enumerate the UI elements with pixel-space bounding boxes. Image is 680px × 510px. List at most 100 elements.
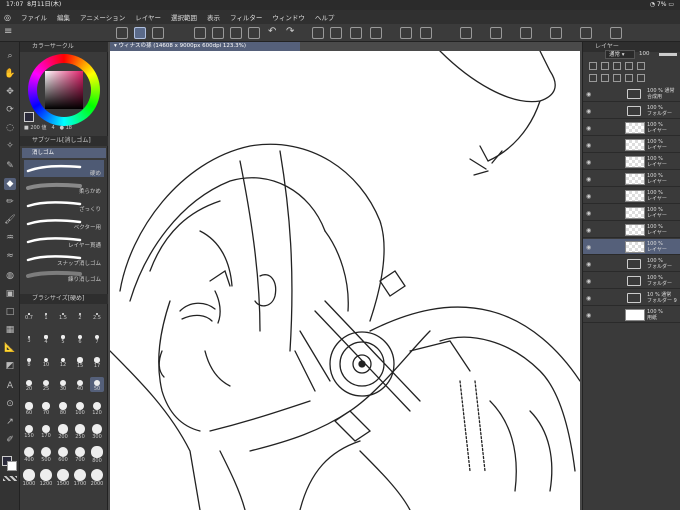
brush-size-option[interactable]: 50 <box>90 377 104 393</box>
ruler-tool-icon[interactable]: 📐 <box>4 342 16 354</box>
transparent-color-swatch[interactable] <box>3 476 17 481</box>
layer-row[interactable]: ◉ 100 % レイヤー <box>583 205 680 221</box>
brush-size-option[interactable]: 10 <box>39 354 53 368</box>
brush-size-option[interactable]: 170 <box>39 423 53 439</box>
eye-icon[interactable]: ◉ <box>586 295 591 302</box>
brush-size-option[interactable]: 7 <box>90 331 104 345</box>
new-file-icon[interactable] <box>194 27 206 39</box>
brush-size-option[interactable]: 1500 <box>56 469 70 487</box>
subtool-soft[interactable]: 柔らかめ <box>24 178 104 195</box>
layer-row[interactable]: ◉ 100 % レイヤー <box>583 171 680 187</box>
layer-row[interactable]: ◉ 100 % レイヤー <box>583 188 680 204</box>
edit-icon[interactable] <box>490 27 502 39</box>
brush-size-option[interactable]: 300 <box>90 423 104 440</box>
eye-icon[interactable]: ◉ <box>586 193 591 200</box>
draft-icon[interactable] <box>625 62 633 70</box>
brush-icon[interactable]: 🖌 <box>4 214 16 226</box>
settings-icon[interactable] <box>460 27 472 39</box>
brush-size-option[interactable]: 1 <box>39 308 53 321</box>
brush-size-option[interactable]: 700 <box>73 446 87 463</box>
brush-size-option[interactable]: 30 <box>56 377 70 392</box>
layer-row[interactable]: ◉ 100 % レイヤー <box>583 222 680 238</box>
brush-size-option[interactable]: 5 <box>56 331 70 345</box>
brush-size-option[interactable]: 70 <box>39 400 53 416</box>
brush-size-option[interactable]: 1.5 <box>56 308 70 321</box>
subtool-rough[interactable]: ざっくり <box>24 196 104 213</box>
brush-size-option[interactable]: 1000 <box>22 469 36 487</box>
menu-edit[interactable]: 編集 <box>57 12 70 22</box>
brush-size-option[interactable]: 8 <box>22 354 36 368</box>
eye-icon[interactable]: ◉ <box>586 227 591 234</box>
eraser-icon[interactable]: ◆ <box>4 178 16 190</box>
correct-line-icon[interactable]: ↗ <box>4 416 16 428</box>
menu-filter[interactable]: フィルター <box>230 12 262 22</box>
quick-access-icon[interactable] <box>116 27 128 39</box>
tablet-icon[interactable] <box>610 27 622 39</box>
zoom-icon[interactable]: ⌕ <box>4 50 16 62</box>
snap-icon[interactable] <box>400 27 412 39</box>
hamburger-icon[interactable]: ≡ <box>4 26 16 38</box>
move-icon[interactable]: ✥ <box>4 86 16 98</box>
document-tab[interactable]: ▾ ウィナスの孫 (14608 x 9000px 600dpi 123.3%) <box>110 42 300 51</box>
eye-icon[interactable]: ◉ <box>586 278 591 285</box>
layer-row[interactable]: ◉ 100 % フォルダー <box>583 103 680 119</box>
pen-tool-icon[interactable]: ✎ <box>4 160 16 172</box>
brush-size-option[interactable]: 12 <box>56 354 70 368</box>
layer-row[interactable]: ◉ 100 % 通常 合成用 <box>583 86 680 102</box>
brush-size-option[interactable]: 2000 <box>90 469 104 487</box>
menu-window[interactable]: ウィンドウ <box>272 12 305 22</box>
subtool-vector[interactable]: ベクター用 <box>24 214 104 231</box>
eye-icon[interactable]: ◉ <box>586 142 591 149</box>
wand-icon[interactable]: ✧ <box>4 140 16 152</box>
trash-icon[interactable] <box>637 74 645 82</box>
brush-size-option[interactable]: 150 <box>22 423 36 439</box>
open-file-icon[interactable] <box>212 27 224 39</box>
eye-icon[interactable]: ◉ <box>586 210 591 217</box>
eyedropper-icon[interactable]: ✐ <box>4 434 16 446</box>
pen-icon[interactable] <box>520 27 532 39</box>
close-mode-icon[interactable] <box>152 27 164 39</box>
layer-row[interactable]: ◉ 10 % 通常 フォルダー 9 <box>583 290 680 306</box>
brush-size-option[interactable]: 17 <box>90 354 104 369</box>
opacity-value[interactable]: 100 <box>639 50 657 59</box>
brush-size-option[interactable]: 250 <box>73 423 87 440</box>
pencil-icon[interactable]: ✏ <box>4 196 16 208</box>
subtool-snap-eraser[interactable]: スナップ消しゴム <box>24 250 104 267</box>
airbrush-icon[interactable]: ♒ <box>4 232 16 244</box>
blend-mode-select[interactable]: 通常 ▾ <box>605 50 635 59</box>
balloon-icon[interactable]: ⊙ <box>4 398 16 410</box>
color-wheel[interactable] <box>28 54 100 126</box>
gear-icon[interactable] <box>580 27 592 39</box>
brush-size-option[interactable]: 60 <box>22 400 36 416</box>
saturation-value-square[interactable] <box>45 71 83 109</box>
mask-icon[interactable] <box>637 62 645 70</box>
undo-icon[interactable]: ↶ <box>268 26 280 38</box>
brush-size-option[interactable]: 3 <box>22 331 36 344</box>
hand-icon[interactable]: ✋ <box>4 68 16 80</box>
save-icon[interactable] <box>230 27 242 39</box>
brush-size-option[interactable]: 500 <box>39 446 53 463</box>
layer-row[interactable]: ◉ 100 % 用紙 <box>583 307 680 323</box>
lasso-icon[interactable]: ◌ <box>4 122 16 134</box>
eye-icon[interactable]: ◉ <box>586 108 591 115</box>
clear-icon[interactable] <box>330 27 342 39</box>
new-vector-layer-icon[interactable] <box>601 74 609 82</box>
fill-bucket-icon[interactable]: ◍ <box>4 270 16 282</box>
brush-size-option[interactable]: 20 <box>22 377 36 392</box>
layer-row[interactable]: ◉ 100 % フォルダー <box>583 256 680 272</box>
brush-size-option[interactable]: 40 <box>73 377 87 392</box>
menu-animation[interactable]: アニメーション <box>80 12 125 22</box>
new-layer-icon[interactable] <box>589 74 597 82</box>
brush-size-option[interactable]: 2 <box>73 308 87 321</box>
menu-view[interactable]: 表示 <box>207 12 220 22</box>
opacity-slider[interactable] <box>659 53 677 56</box>
eye-icon[interactable]: ◉ <box>586 244 591 251</box>
subtool-through-layers[interactable]: レイヤー貫通 <box>24 232 104 249</box>
eye-icon[interactable]: ◉ <box>586 176 591 183</box>
eye-icon[interactable]: ◉ <box>586 91 591 98</box>
subtool-kneaded-eraser[interactable]: 練り消しゴム <box>24 266 104 283</box>
transform-icon[interactable] <box>370 27 382 39</box>
frame-icon[interactable]: ▦ <box>4 324 16 336</box>
brush-size-option[interactable]: 120 <box>90 400 104 416</box>
drawing-canvas[interactable] <box>110 51 580 510</box>
